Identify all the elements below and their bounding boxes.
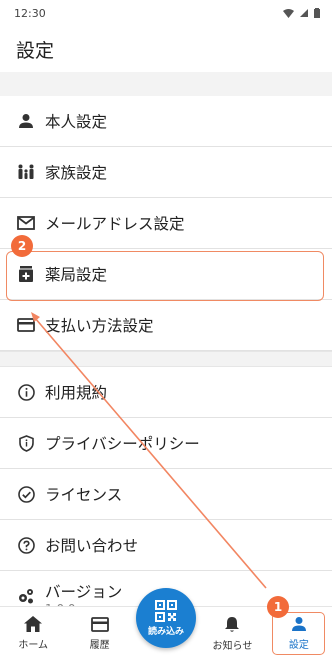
- menu-item-label: お問い合わせ: [45, 537, 139, 555]
- menu-item-license[interactable]: ライセンス: [0, 469, 332, 520]
- nav-home[interactable]: ホーム: [0, 607, 66, 660]
- version-text: バージョン 1.0.0: [45, 582, 123, 609]
- menu-item-pharmacy-settings[interactable]: 薬局設定: [0, 249, 332, 300]
- nav-settings-label: 設定: [288, 640, 309, 651]
- shield-icon: [17, 434, 35, 452]
- help-icon: [17, 536, 35, 554]
- menu-item-privacy-policy[interactable]: プライバシーポリシー: [0, 418, 332, 469]
- history-card-icon: [90, 616, 109, 632]
- info-icon: [17, 383, 35, 401]
- menu-item-payment-settings[interactable]: 支払い方法設定: [0, 300, 332, 351]
- battery-icon: [314, 8, 320, 18]
- menu-item-contact[interactable]: お問い合わせ: [0, 520, 332, 571]
- section-spacer: [0, 72, 332, 96]
- check-circle-icon: [17, 485, 35, 503]
- menu-item-label: 薬局設定: [45, 266, 108, 284]
- menu-item-label: プライバシーポリシー: [45, 435, 200, 453]
- qr-code-icon: [155, 599, 177, 622]
- scan-button-label: 読み込み: [147, 626, 184, 637]
- account-settings-list: 本人設定 家族設定 メールアドレス設定 薬局設定 支払い方法設定: [0, 96, 332, 351]
- signal-icon: [300, 9, 308, 17]
- menu-item-label: メールアドレス設定: [45, 215, 185, 233]
- info-settings-list: 利用規約 プライバシーポリシー ライセンス お問い合わせ バージョン 1.0.0: [0, 367, 332, 622]
- mail-icon: [17, 214, 35, 232]
- step-badge-1: 1: [267, 596, 289, 618]
- status-icons: [283, 8, 320, 18]
- step-badge-2: 2: [11, 235, 33, 257]
- menu-item-label: ライセンス: [45, 486, 123, 504]
- scan-button[interactable]: 読み込み: [136, 588, 196, 648]
- pharmacy-icon: [17, 265, 35, 283]
- nav-notifications[interactable]: お知らせ: [199, 607, 265, 660]
- nav-history[interactable]: 履歴: [66, 607, 132, 660]
- section-divider: [0, 351, 332, 367]
- wifi-icon: [283, 8, 294, 18]
- status-bar: 12:30: [0, 0, 332, 26]
- menu-item-terms[interactable]: 利用規約: [0, 367, 332, 418]
- menu-item-label: 支払い方法設定: [45, 317, 154, 335]
- bell-icon: [225, 616, 240, 632]
- nav-history-label: 履歴: [89, 639, 110, 651]
- person-icon: [17, 112, 35, 130]
- page-title: 設定: [16, 39, 55, 62]
- menu-item-family-settings[interactable]: 家族設定: [0, 147, 332, 198]
- nav-home-label: ホーム: [18, 640, 49, 651]
- credit-card-icon: [17, 316, 35, 334]
- menu-item-personal-settings[interactable]: 本人設定: [0, 96, 332, 147]
- menu-item-label: 本人設定: [45, 113, 108, 131]
- person-icon: [291, 617, 306, 631]
- menu-item-label: 家族設定: [45, 164, 108, 182]
- home-icon: [24, 616, 43, 632]
- gears-icon: [17, 587, 35, 605]
- menu-item-email-settings[interactable]: メールアドレス設定: [0, 198, 332, 249]
- menu-item-label: バージョン: [45, 582, 123, 601]
- nav-notifications-label: お知らせ: [212, 640, 253, 652]
- menu-item-label: 利用規約: [45, 384, 108, 402]
- status-time: 12:30: [14, 6, 46, 20]
- family-icon: [17, 163, 35, 181]
